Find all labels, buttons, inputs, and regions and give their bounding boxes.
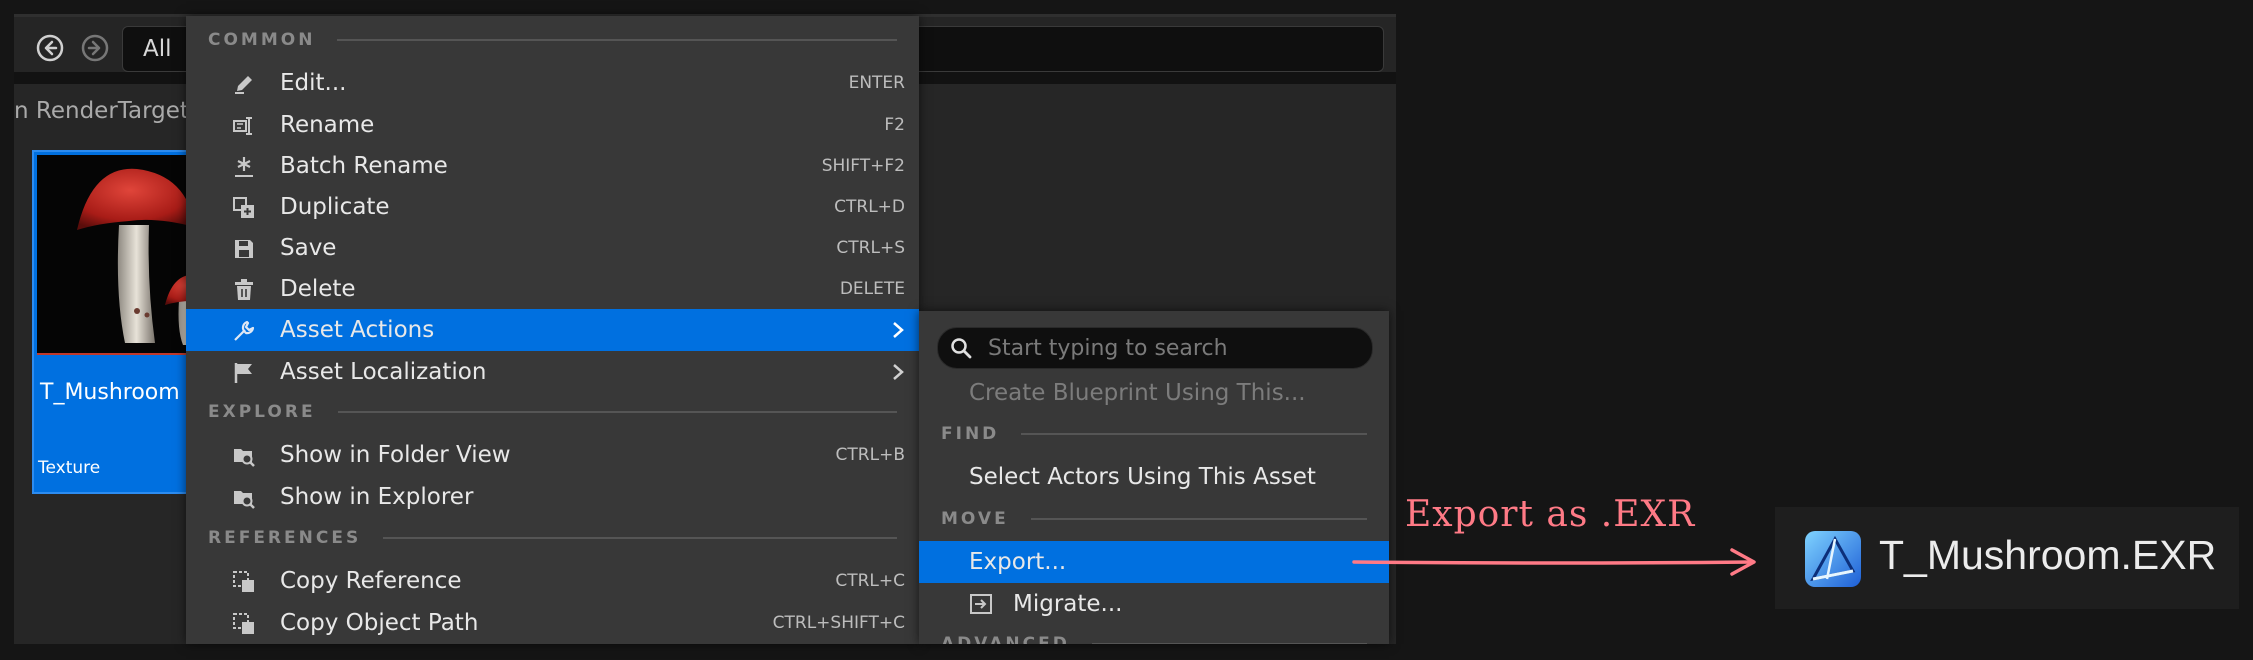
arrow-right-circle-icon (81, 34, 109, 62)
folder-search-icon (232, 486, 256, 510)
menu-item-save[interactable]: Save CTRL+S (186, 227, 919, 269)
annotation-text: Export as .EXR (1405, 494, 1696, 535)
batch-rename-icon (232, 155, 256, 179)
exported-file[interactable]: T_Mushroom.EXR (1775, 507, 2239, 609)
duplicate-icon (232, 196, 256, 220)
chevron-right-icon (893, 364, 904, 380)
arrow-left-circle-icon (36, 34, 64, 62)
back-button[interactable] (35, 33, 65, 63)
flag-icon (232, 361, 256, 385)
menu-item-rename[interactable]: Rename F2 (186, 104, 919, 146)
exported-filename: T_Mushroom.EXR (1879, 532, 2217, 578)
arrow-right-icon (1352, 548, 1756, 576)
copy-reference-icon (232, 570, 256, 594)
menu-item-asset-actions[interactable]: Asset Actions (186, 309, 919, 351)
search-icon (951, 338, 972, 359)
menu-item-asset-localization[interactable]: Asset Localization (186, 351, 919, 393)
section-move: MOVE (941, 507, 1367, 531)
menu-item-delete[interactable]: Delete DELETE (186, 268, 919, 310)
affinity-photo-icon (1805, 531, 1861, 587)
section-find: FIND (941, 422, 1367, 446)
breadcrumb[interactable]: n RenderTargets (14, 98, 201, 124)
save-icon (232, 237, 256, 261)
menu-item-show-in-folder-view[interactable]: Show in Folder View CTRL+B (186, 434, 919, 476)
pencil-icon (232, 72, 256, 96)
search-input[interactable] (986, 328, 1360, 368)
section-references: REFERENCES (208, 526, 897, 550)
menu-item-copy-reference[interactable]: Copy Reference CTRL+C (186, 560, 919, 602)
rename-icon (232, 114, 256, 138)
wrench-icon (232, 319, 256, 343)
migrate-icon (969, 593, 993, 615)
submenu-item-export[interactable]: Export... (919, 541, 1389, 583)
asset-actions-submenu: Create Blueprint Using This... FIND Sele… (919, 311, 1389, 644)
submenu-item-create-blueprint[interactable]: Create Blueprint Using This... (919, 372, 1389, 414)
filter-label: All (143, 36, 172, 62)
asset-context-menu: COMMON Edit... ENTER Rename F2 Batch Ren… (186, 16, 919, 644)
menu-item-copy-object-path[interactable]: Copy Object Path CTRL+SHIFT+C (186, 602, 919, 644)
section-common: COMMON (208, 28, 897, 52)
asset-type: Texture (38, 458, 101, 478)
menu-item-edit[interactable]: Edit... ENTER (186, 62, 919, 104)
submenu-item-select-actors[interactable]: Select Actors Using This Asset (919, 456, 1389, 498)
menu-item-duplicate[interactable]: Duplicate CTRL+D (186, 186, 919, 228)
section-explore: EXPLORE (208, 400, 897, 424)
chevron-right-icon (893, 322, 904, 338)
menu-item-batch-rename[interactable]: Batch Rename SHIFT+F2 (186, 145, 919, 187)
submenu-search[interactable] (937, 327, 1373, 369)
submenu-item-migrate[interactable]: Migrate... (919, 583, 1389, 625)
asset-name: T_Mushroom (40, 380, 180, 405)
section-advanced: ADVANCED (941, 632, 1367, 644)
copy-path-icon (232, 612, 256, 636)
forward-button[interactable] (80, 33, 110, 63)
menu-item-show-in-explorer[interactable]: Show in Explorer (186, 476, 919, 518)
trash-icon (232, 278, 256, 302)
folder-search-icon (232, 444, 256, 468)
